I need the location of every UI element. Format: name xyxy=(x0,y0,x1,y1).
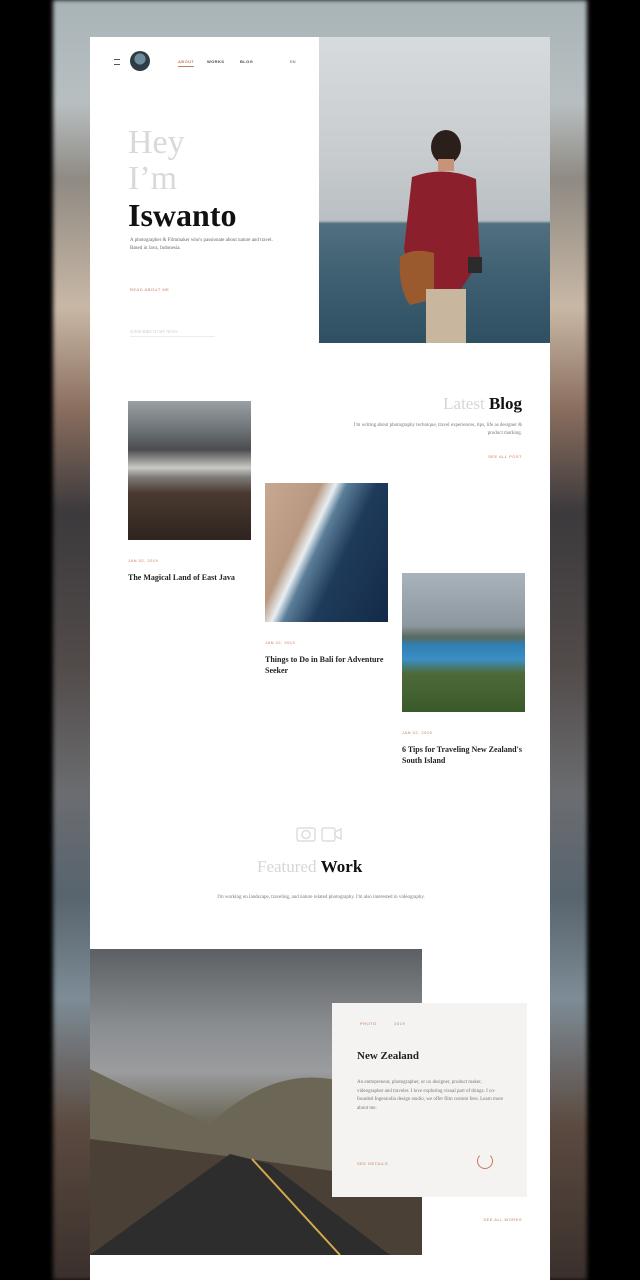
blog-title-dark: Blog xyxy=(488,394,522,413)
hero-photo xyxy=(319,37,550,343)
nav-link-works[interactable]: WORKS xyxy=(207,59,224,64)
blog-title-light: Latest xyxy=(443,394,485,413)
post-image-beach[interactable] xyxy=(265,483,388,622)
hero-line-1: Hey xyxy=(128,124,185,161)
post-image-volcano[interactable] xyxy=(128,401,251,540)
featured-section-title: Featured Work xyxy=(257,857,362,877)
read-about-link[interactable]: READ ABOUT ME xyxy=(130,287,169,292)
subscribe-input[interactable]: SUBSCRIBE TO MY NEWS xyxy=(130,329,215,337)
hero-name: Iswanto xyxy=(128,197,237,233)
featured-work-card[interactable]: PHOTO 2019 New Zealand An entrepreneur, … xyxy=(332,1003,527,1197)
see-all-posts-link[interactable]: SEE ALL POST xyxy=(488,454,522,459)
featured-title-dark: Work xyxy=(320,857,363,876)
post-title[interactable]: The Magical Land of East Java xyxy=(128,572,251,583)
language-select[interactable]: EN xyxy=(290,59,296,64)
loading-spinner-icon xyxy=(477,1153,493,1169)
see-details-link[interactable]: SEE DETAILS xyxy=(357,1161,388,1166)
card-description: An entrepreneur, photographer, or ux des… xyxy=(357,1080,504,1111)
post-image-lake[interactable] xyxy=(402,573,525,712)
camera-video-icons xyxy=(296,827,342,842)
blog-post-card[interactable]: JAN 02, 2019 Things to Do in Bali for Ad… xyxy=(265,483,388,676)
top-nav: ABOUT WORKS BLOG EN xyxy=(90,37,320,87)
post-title[interactable]: 6 Tips for Traveling New Zealand's South… xyxy=(402,744,525,766)
blog-section-title: Latest Blog xyxy=(443,394,522,414)
card-tags: PHOTO 2019 xyxy=(360,1021,405,1026)
nav-link-about[interactable]: ABOUT xyxy=(178,59,195,67)
hero-line-2: I’m xyxy=(128,160,178,197)
post-date: JAN 02, 2019 xyxy=(128,558,159,563)
person-illustration xyxy=(399,130,482,343)
post-date: JAN 02, 2019 xyxy=(265,640,296,645)
card-tag: PHOTO xyxy=(360,1021,377,1026)
menu-icon[interactable] xyxy=(114,59,120,65)
blog-description: I'm writing about photography technique,… xyxy=(353,423,522,436)
card-title[interactable]: New Zealand xyxy=(357,1050,419,1062)
avatar[interactable] xyxy=(130,51,150,71)
post-title[interactable]: Things to Do in Bali for Adventure Seeke… xyxy=(265,654,388,676)
see-all-works-link[interactable]: SEE ALL WORKS xyxy=(483,1217,522,1222)
post-date: JAN 02, 2019 xyxy=(402,730,433,735)
featured-description: I'm working on landscape, traveling, and… xyxy=(217,895,425,900)
card-tag: 2019 xyxy=(394,1021,406,1026)
blog-post-card[interactable]: JAN 02, 2019 The Magical Land of East Ja… xyxy=(128,401,251,583)
hero-description: A photographer & Filmmaker who's passion… xyxy=(130,238,273,251)
featured-title-light: Featured xyxy=(257,857,317,876)
nav-link-blog[interactable]: BLOG xyxy=(240,59,253,64)
page-preview: ABOUT WORKS BLOG EN Hey I’m Iswanto A ph… xyxy=(90,37,550,1280)
blog-post-card[interactable]: JAN 02, 2019 6 Tips for Traveling New Ze… xyxy=(402,573,525,766)
hero-heading: Hey I’m Iswanto xyxy=(128,124,318,234)
